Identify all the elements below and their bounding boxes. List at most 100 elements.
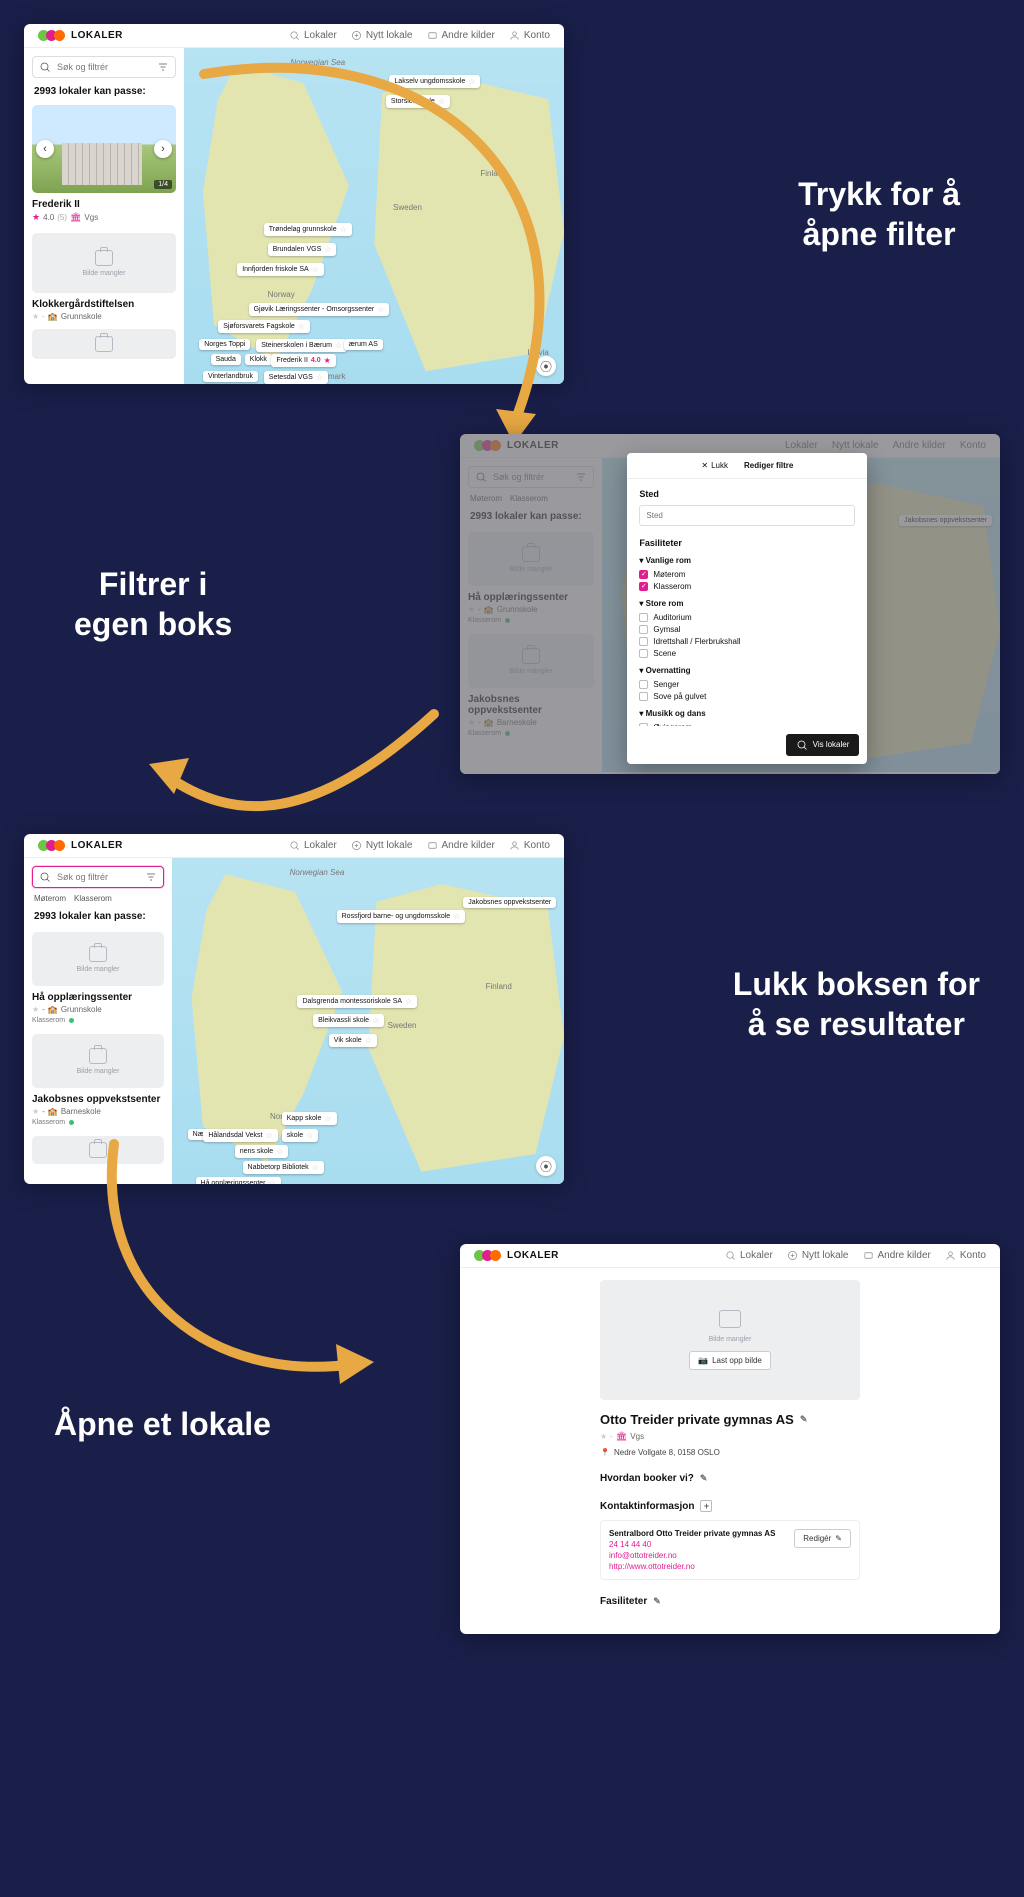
edit-icon[interactable]: ✎ [800, 1414, 808, 1425]
map-pin[interactable]: Sjøforsvarets Fagskole☆ [218, 320, 310, 333]
map-pin[interactable]: Lakselv ungdomsskole☆ [389, 75, 480, 88]
map-pin[interactable]: Steinerskolen i Bærum☆ [256, 339, 347, 352]
map-pin[interactable]: Vinterlandbruk [203, 371, 258, 382]
listing-title[interactable]: Jakobsnes oppvekstsenter [32, 1094, 164, 1105]
map-pin[interactable]: Innfjorden friskole SA☆ [237, 263, 324, 276]
result-count: 2993 lokaler kan passe: [34, 86, 174, 97]
checkbox-row[interactable]: Klasserom [639, 582, 855, 591]
contact-phone[interactable]: 24 14 44 40 [609, 1540, 775, 1549]
noimage-text: Bilde mangler [83, 270, 126, 277]
checkbox-icon [639, 625, 648, 634]
map-label: Norwegian Sea [290, 58, 345, 67]
map-pin[interactable]: Vik skole☆ [329, 1034, 377, 1047]
map-pin[interactable]: Klokk [245, 354, 272, 365]
nav-konto[interactable]: Konto [945, 1250, 986, 1261]
map-pin[interactable]: Norges Toppi [199, 339, 250, 350]
map-pin[interactable]: Kapp skole☆ [282, 1112, 337, 1125]
section-contact: Kontaktinformasjon + [600, 1500, 860, 1512]
listing-title[interactable]: Klokkergårdstiftelsen [32, 299, 176, 310]
contact-web[interactable]: http://www.ottotreider.no [609, 1562, 775, 1571]
checkbox-row[interactable]: Auditorium [639, 613, 855, 622]
map-pin[interactable]: nens skole☆ [235, 1145, 289, 1158]
map-pin[interactable]: Brundalen VGS☆ [268, 243, 337, 256]
contact-card: Sentralbord Otto Treider private gymnas … [600, 1520, 860, 1580]
filter-icon[interactable] [145, 871, 157, 883]
filter-group[interactable]: ▾ Overnatting [639, 666, 855, 675]
map-pin[interactable]: ærum AS [344, 339, 383, 350]
checkbox-row[interactable]: Senger [639, 680, 855, 689]
listing-title[interactable]: Hå opplæringssenter [32, 992, 164, 1003]
map-pin[interactable]: Dalsgrenda montessoriskole SA☆ [297, 995, 417, 1008]
pin-star-icon: ☆ [377, 305, 384, 314]
search-input[interactable]: Søk og filtrér [32, 56, 176, 78]
map-pin[interactable]: Nabbetorp Bibliotek☆ [243, 1161, 324, 1174]
filter-group[interactable]: ▾ Vanlige rom [639, 556, 855, 565]
checkbox-row[interactable]: Scene [639, 649, 855, 658]
contact-email[interactable]: info@ottotreider.no [609, 1551, 775, 1560]
nav-lokaler[interactable]: Lokaler [289, 840, 337, 851]
school-icon: 🏫 [48, 1107, 58, 1116]
map-pin[interactable]: Rossfjord barne- og ungdomsskole☆ [337, 910, 466, 923]
map-pin[interactable]: Trøndelag grunnskole☆ [264, 223, 352, 236]
map-locate-button[interactable]: ⦿ [536, 356, 556, 376]
map-pin[interactable]: Gjøvik Læringssenter - Omsorgssenter☆ [249, 303, 390, 316]
nav-konto[interactable]: Konto [509, 30, 550, 41]
nav-nytt-lokale[interactable]: Nytt lokale [351, 30, 413, 41]
modal-close[interactable]: ✕Lukk [701, 461, 728, 470]
listing-noimage[interactable] [32, 329, 176, 359]
nav-andre-kilder[interactable]: Andre kilder [863, 1250, 931, 1261]
map-locate-button[interactable]: ⦿ [536, 1156, 556, 1176]
add-icon[interactable]: + [700, 1500, 712, 1512]
edit-icon[interactable]: ✎ [653, 1596, 661, 1607]
edit-contact-button[interactable]: Redigér ✎ [794, 1529, 851, 1548]
map-pin[interactable]: Frederik II 4.0★ [271, 354, 335, 367]
map-pin[interactable]: Bleikvassli skole☆ [313, 1014, 384, 1027]
brand-logo: LOKALER [38, 30, 123, 41]
listing-photo[interactable]: ‹ › 1/4 [32, 105, 176, 193]
search-placeholder: Søk og filtrér [57, 62, 151, 72]
modal-title: Rediger filtre [744, 461, 793, 470]
filter-icon[interactable] [157, 61, 169, 73]
nav-andre-kilder[interactable]: Andre kilder [427, 840, 495, 851]
map-label: Sweden [388, 1021, 417, 1030]
nav-nytt-lokale[interactable]: Nytt lokale [351, 840, 413, 851]
checkbox-row[interactable]: Gymsal [639, 625, 855, 634]
nav-nytt-lokale[interactable]: Nytt lokale [787, 1250, 849, 1261]
checkbox-icon [639, 613, 648, 622]
upload-image-button[interactable]: 📷 Last opp bilde [689, 1351, 771, 1370]
map-pin[interactable]: Setesdal VGS☆ [264, 371, 328, 384]
filter-group[interactable]: ▾ Store rom [639, 599, 855, 608]
nav-konto[interactable]: Konto [509, 840, 550, 851]
listing-noimage[interactable] [32, 1136, 164, 1164]
map-pin[interactable]: Storslett skole☆ [386, 95, 450, 108]
photo-prev[interactable]: ‹ [36, 140, 54, 158]
edit-icon[interactable]: ✎ [700, 1473, 708, 1484]
topbar: LOKALER Lokaler Nytt lokale Andre kilder… [24, 24, 564, 48]
map[interactable]: Norwegian Sea Norway Sweden Finland Ross… [172, 858, 564, 1184]
sted-input[interactable] [639, 505, 855, 526]
map-pin[interactable]: Sauda [211, 354, 241, 365]
nav-lokaler[interactable]: Lokaler [725, 1250, 773, 1261]
checkbox-row[interactable]: Sove på gulvet [639, 692, 855, 701]
photo-next[interactable]: › [154, 140, 172, 158]
pin-star-icon: ☆ [438, 97, 445, 106]
search-input[interactable]: Søk og filtrér [32, 866, 164, 888]
listing-title[interactable]: Frederik II [32, 199, 176, 210]
detail-hero: Bilde mangler 📷 Last opp bilde [600, 1280, 860, 1400]
topbar: LOKALER Lokaler Nytt lokale Andre kilder… [460, 1244, 1000, 1268]
map-pin[interactable]: Jakobsnes oppvekstsenter [463, 897, 556, 908]
checkbox-row[interactable]: Møterom [639, 570, 855, 579]
map-pin[interactable]: Hå opplæringssenter☆ [196, 1177, 281, 1184]
map[interactable]: Norwegian Sea Norway Sweden Finland Denm… [184, 48, 564, 384]
map-pin[interactable]: Hålandsdal Vekst☆ [203, 1129, 277, 1142]
nav-lokaler[interactable]: Lokaler [289, 30, 337, 41]
show-results-button[interactable]: Vis lokaler [786, 734, 860, 756]
map-pin[interactable]: skole☆ [282, 1129, 319, 1142]
nav-andre-kilder[interactable]: Andre kilder [427, 30, 495, 41]
listing-noimage[interactable]: Bilde mangler [32, 233, 176, 293]
topbar: LOKALER Lokaler Nytt lokale Andre kilder… [24, 834, 564, 858]
listing-noimage[interactable]: Bilde mangler [32, 1034, 164, 1088]
listing-noimage[interactable]: Bilde mangler [32, 932, 164, 986]
checkbox-row[interactable]: Idrettshall / Flerbrukshall [639, 637, 855, 646]
filter-group[interactable]: ▾ Musikk og dans [639, 709, 855, 718]
